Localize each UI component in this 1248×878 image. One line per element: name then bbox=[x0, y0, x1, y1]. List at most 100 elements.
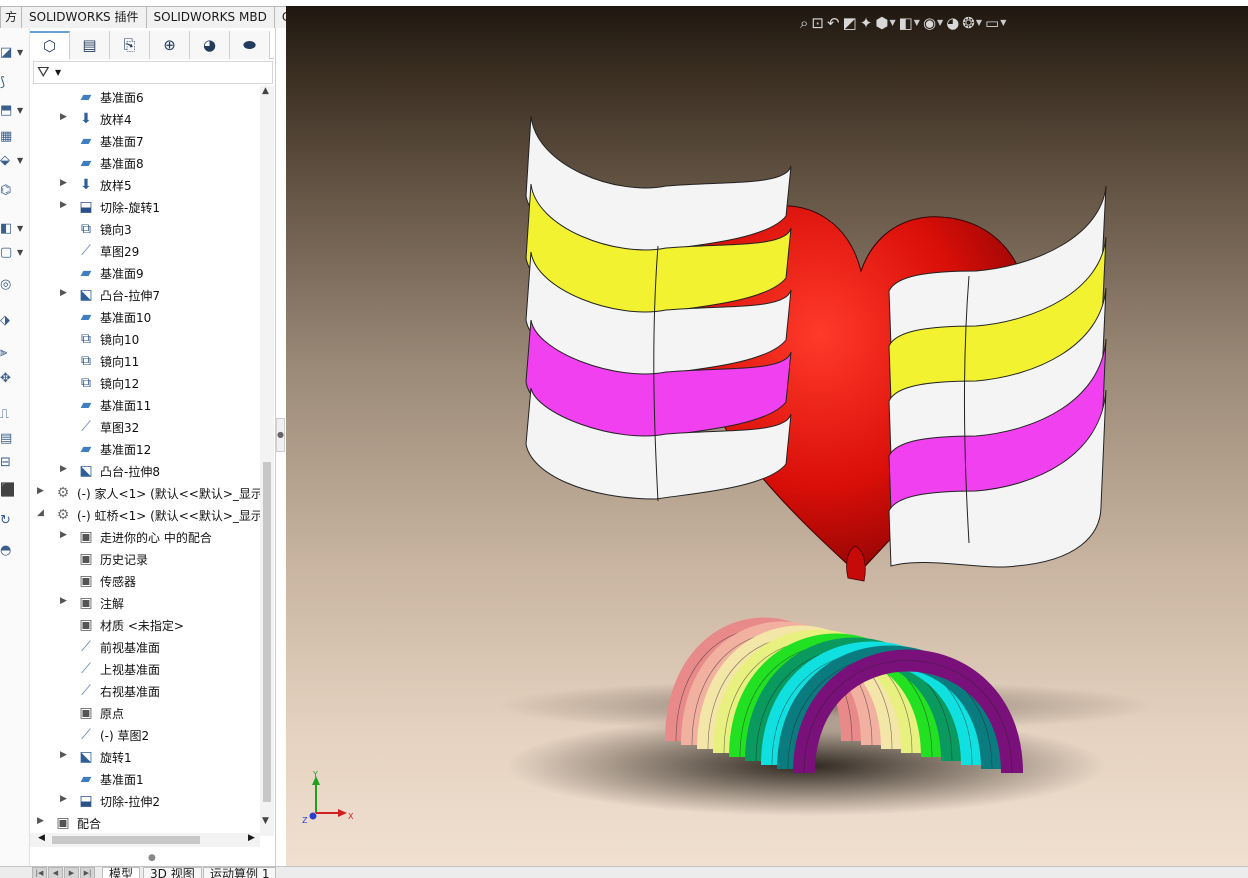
left-tool-13[interactable]: ▤ bbox=[0, 428, 28, 450]
tree-item[interactable]: ▣ 材质 <未指定> bbox=[30, 614, 262, 636]
chevron-down-icon[interactable]: ▼ bbox=[17, 242, 23, 264]
splitter-handle-icon[interactable]: ● bbox=[148, 853, 156, 863]
left-tool-15[interactable]: ⬛ bbox=[0, 480, 28, 502]
first-tab-icon[interactable]: |◀ bbox=[32, 867, 47, 878]
tree-item[interactable]: ▶ ⚙ (-) 家人<1> (默认<<默认>_显示状 bbox=[30, 482, 262, 504]
expand-arrow-icon[interactable]: ▶ bbox=[37, 816, 47, 826]
panel-tab-0[interactable]: ⬡ bbox=[30, 31, 70, 59]
left-tool-5[interactable]: ⌬ bbox=[0, 180, 28, 202]
left-tool-10[interactable]: ⫸ bbox=[0, 342, 28, 364]
scroll-up-icon[interactable]: ▲ bbox=[262, 86, 269, 96]
move-icon[interactable]: ✥ bbox=[0, 368, 14, 390]
tree-item[interactable]: ▰ 基准面9 bbox=[30, 262, 262, 284]
mate-icon[interactable]: ⫸ bbox=[0, 342, 14, 364]
panel-tab-2[interactable]: ⎘ bbox=[110, 31, 150, 59]
scroll-thumb[interactable] bbox=[263, 462, 271, 802]
tree-item[interactable]: ⧉ 镜向11 bbox=[30, 350, 262, 372]
scroll-down-icon[interactable]: ▼ bbox=[262, 816, 269, 826]
tree-item[interactable]: ▶ ▣ 走进你的心 中的配合 bbox=[30, 526, 262, 548]
expand-arrow-icon[interactable]: ▶ bbox=[60, 178, 70, 188]
drawing-icon[interactable]: ⎍ bbox=[0, 404, 14, 426]
view-tool-6[interactable]: ◧ ▼ bbox=[899, 12, 920, 34]
command-tab-cut[interactable]: 方 bbox=[0, 6, 23, 28]
tree-item[interactable]: ▰ 基准面6 bbox=[30, 86, 262, 108]
expand-arrow-icon[interactable]: ▶ bbox=[60, 794, 70, 804]
chevron-down-icon[interactable]: ▼ bbox=[17, 42, 23, 64]
scroll-left-icon[interactable]: ◀ bbox=[38, 833, 45, 843]
tree-item[interactable]: ▶ ⬓ 切除-旋转1 bbox=[30, 196, 262, 218]
command-tab-1[interactable]: SOLIDWORKS MBD bbox=[145, 6, 275, 28]
chevron-down-icon[interactable]: ▼ bbox=[889, 12, 895, 34]
hide-show-icon[interactable]: ◉ bbox=[923, 12, 936, 34]
last-tab-icon[interactable]: ▶| bbox=[80, 867, 95, 878]
next-tab-icon[interactable]: ▶ bbox=[64, 867, 79, 878]
panel-tab-1[interactable]: ▤ bbox=[70, 31, 110, 59]
apply-scene-icon[interactable]: ❂ bbox=[962, 12, 975, 34]
left-tool-11[interactable]: ✥ bbox=[0, 368, 28, 390]
chevron-down-icon[interactable]: ▼ bbox=[937, 12, 943, 34]
left-tool-12[interactable]: ⎍ bbox=[0, 404, 28, 426]
scroll-right-icon[interactable]: ▶ bbox=[248, 833, 255, 843]
view-tool-10[interactable]: ▭ ▼ bbox=[985, 12, 1006, 34]
left-tool-4[interactable]: ⬙ ▼ bbox=[0, 150, 28, 172]
tree-item[interactable]: ▣ 历史记录 bbox=[30, 548, 262, 570]
tree-item[interactable]: ⟋ 前视基准面 bbox=[30, 636, 262, 658]
tree-item[interactable]: ⟋ 草图29 bbox=[30, 240, 262, 262]
left-tool-7[interactable]: ▢ ▼ bbox=[0, 242, 28, 264]
left-tool-17[interactable]: ◓ bbox=[0, 540, 28, 562]
panel-tab-3[interactable]: ⊕ bbox=[150, 31, 190, 59]
tree-item[interactable]: ▶ ▣ 配合 bbox=[30, 812, 262, 834]
panel-tab-4[interactable]: ◕ bbox=[190, 31, 230, 59]
view-orientation-icon[interactable]: ⬢ bbox=[875, 12, 888, 34]
view-tool-8[interactable]: ◕ bbox=[946, 12, 959, 34]
shell-icon[interactable]: ▢ bbox=[0, 242, 14, 264]
tree-item[interactable]: ▰ 基准面7 bbox=[30, 130, 262, 152]
left-wing[interactable] bbox=[525, 115, 792, 502]
assembly-icon[interactable]: ⬙ bbox=[0, 150, 14, 172]
expand-arrow-icon[interactable]: ▶ bbox=[60, 464, 70, 474]
display-style-icon[interactable]: ◧ bbox=[899, 12, 913, 34]
left-tool-3[interactable]: ▦ bbox=[0, 126, 28, 148]
tree-item[interactable]: ▶ ▣ 注解 bbox=[30, 592, 262, 614]
left-tool-8[interactable]: ◎ bbox=[0, 274, 28, 296]
tree-item[interactable]: ▣ 原点 bbox=[30, 702, 262, 724]
tree-item[interactable]: ▰ 基准面12 bbox=[30, 438, 262, 460]
eye-icon[interactable]: ◓ bbox=[0, 540, 14, 562]
tree-item[interactable]: ▰ 基准面1 bbox=[30, 768, 262, 790]
chevron-down-icon[interactable]: ▼ bbox=[976, 12, 982, 34]
tree-vertical-scrollbar[interactable]: ▲ ▼ bbox=[260, 86, 274, 836]
view-tool-2[interactable]: ↶ bbox=[827, 12, 840, 34]
tree-item[interactable]: ⟋ 上视基准面 bbox=[30, 658, 262, 680]
bottom-tab-0[interactable]: 模型 bbox=[102, 867, 141, 878]
filter-icon[interactable]: ⛛ bbox=[37, 63, 50, 81]
chevron-down-icon[interactable]: ▼ bbox=[55, 68, 61, 77]
expand-arrow-icon[interactable]: ▶ bbox=[37, 486, 47, 496]
view-tool-0[interactable]: ⌕ bbox=[800, 12, 808, 34]
tree-item[interactable]: ⟋ 草图32 bbox=[30, 416, 262, 438]
instant3d-icon[interactable]: ⬒ bbox=[0, 100, 14, 122]
left-tool-0[interactable]: ◪ ▼ bbox=[0, 42, 28, 64]
tree-item[interactable]: ▶ ⬕ 旋转1 bbox=[30, 746, 262, 768]
zoom-area-icon[interactable]: ⊡ bbox=[811, 12, 824, 34]
tree-item[interactable]: ⧉ 镜向3 bbox=[30, 218, 262, 240]
chevron-down-icon[interactable]: ▼ bbox=[1000, 12, 1006, 34]
expand-arrow-icon[interactable]: ▶ bbox=[60, 530, 70, 540]
left-tool-1[interactable]: ⟆ bbox=[0, 72, 28, 94]
dim-icon[interactable]: ⊟ bbox=[0, 452, 14, 474]
pattern-icon[interactable]: ⬗ bbox=[0, 310, 14, 332]
left-tool-6[interactable]: ◧ ▼ bbox=[0, 218, 28, 240]
tree-item[interactable]: ▶ ⬇ 放样4 bbox=[30, 108, 262, 130]
reference-icon[interactable]: ⌬ bbox=[0, 180, 14, 202]
panel-collapse-handle[interactable]: ● bbox=[276, 418, 285, 452]
tree-item[interactable]: ⧉ 镜向12 bbox=[30, 372, 262, 394]
view-tool-4[interactable]: ✦ bbox=[860, 12, 873, 34]
filter-bar[interactable]: ⛛ ▼ bbox=[33, 61, 273, 84]
collapse-arrow-icon[interactable]: ◢ bbox=[37, 508, 47, 518]
tree-horizontal-scrollbar[interactable]: ◀ ▶ bbox=[30, 833, 260, 847]
expand-arrow-icon[interactable]: ▶ bbox=[60, 750, 70, 760]
sketch-icon[interactable]: ◪ bbox=[0, 42, 14, 64]
view-tool-1[interactable]: ⊡ bbox=[811, 12, 824, 34]
curve-icon[interactable]: ⟆ bbox=[0, 72, 14, 94]
bottom-tab-2[interactable]: 运动算例 1 bbox=[203, 867, 277, 878]
expand-arrow-icon[interactable]: ▶ bbox=[60, 112, 70, 122]
